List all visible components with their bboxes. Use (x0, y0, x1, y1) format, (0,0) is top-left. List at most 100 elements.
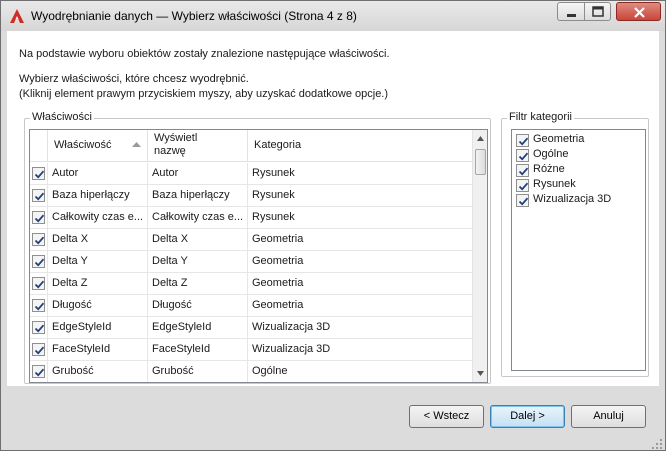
row-display-name[interactable]: Całkowity czas e... (148, 207, 248, 229)
row-display-name[interactable]: Delta Z (148, 273, 248, 295)
category-checkbox[interactable] (516, 179, 529, 192)
row-checkbox[interactable] (32, 343, 45, 356)
row-checkbox[interactable] (32, 211, 45, 224)
table-row[interactable]: Baza hiperłączy Baza hiperłączy Rysunek (30, 185, 472, 207)
row-checkbox[interactable] (32, 277, 45, 290)
row-category[interactable]: Rysunek (248, 163, 472, 185)
back-button[interactable]: < Wstecz (409, 405, 484, 428)
row-property[interactable]: Delta Z (48, 273, 148, 295)
row-property[interactable]: Grubość (48, 361, 148, 382)
checkmark-icon (34, 368, 45, 377)
scroll-down-button[interactable] (473, 365, 487, 382)
category-filter-label: Geometria (533, 133, 585, 145)
grid-scrollbar[interactable] (472, 130, 487, 382)
category-filter-legend: Filtr kategorii (507, 111, 574, 123)
row-checkbox[interactable] (32, 167, 45, 180)
row-display-name[interactable]: Autor (148, 163, 248, 185)
row-property[interactable]: Całkowity czas e... (48, 207, 148, 229)
header-display-name[interactable]: Wyświetl nazwę (148, 130, 248, 162)
table-row[interactable]: Delta Z Delta Z Geometria (30, 273, 472, 295)
properties-group-legend: Właściwości (30, 111, 94, 123)
header-category[interactable]: Kategoria (248, 130, 472, 162)
category-filter-group: Filtr kategorii Geometria Ogólne Różne Rysu… (501, 111, 649, 377)
resize-grip-icon[interactable] (651, 438, 663, 450)
row-checkbox-cell (30, 317, 48, 339)
category-checkbox[interactable] (516, 149, 529, 162)
row-checkbox[interactable] (32, 255, 45, 268)
row-display-name[interactable]: Długość (148, 295, 248, 317)
minimize-button[interactable] (557, 2, 585, 21)
row-display-name[interactable]: Delta Y (148, 251, 248, 273)
row-category[interactable]: Geometria (248, 229, 472, 251)
next-button[interactable]: Dalej > (490, 405, 565, 428)
category-filter-label: Ogólne (533, 148, 569, 160)
row-checkbox-cell (30, 207, 48, 229)
category-checkbox[interactable] (516, 164, 529, 177)
row-property[interactable]: Długość (48, 295, 148, 317)
dialog-body: Na podstawie wyboru obiektów zostały zna… (7, 31, 659, 386)
row-property[interactable]: EdgeStyleId (48, 317, 148, 339)
cancel-button[interactable]: Anuluj (571, 405, 646, 428)
row-display-name[interactable]: Baza hiperłączy (148, 185, 248, 207)
row-category[interactable]: Rysunek (248, 185, 472, 207)
checkmark-icon (518, 197, 529, 206)
table-row[interactable]: Autor Autor Rysunek (30, 163, 472, 185)
row-category[interactable]: Geometria (248, 295, 472, 317)
row-property[interactable]: Delta X (48, 229, 148, 251)
category-filter-list: Geometria Ogólne Różne Rysunek Wizualizacja … (511, 129, 646, 371)
app-logo-icon (9, 8, 25, 24)
header-property-label: Właściwość (54, 139, 112, 151)
maximize-button[interactable] (584, 2, 611, 21)
properties-grid[interactable]: Właściwość Wyświetl nazwę Kategoria Auto… (29, 129, 488, 383)
row-checkbox[interactable] (32, 365, 45, 378)
header-display-line1: Wyświetl (154, 132, 198, 144)
header-property[interactable]: Właściwość (48, 130, 148, 162)
category-checkbox[interactable] (516, 194, 529, 207)
row-category[interactable]: Geometria (248, 273, 472, 295)
category-filter-label: Wizualizacja 3D (533, 193, 612, 205)
row-display-name[interactable]: EdgeStyleId (148, 317, 248, 339)
checkmark-icon (34, 258, 45, 267)
info-text-found: Na podstawie wyboru obiektów zostały zna… (19, 48, 390, 60)
row-checkbox[interactable] (32, 233, 45, 246)
row-checkbox[interactable] (32, 321, 45, 334)
row-checkbox[interactable] (32, 299, 45, 312)
header-checkbox-column (30, 130, 48, 162)
row-category[interactable]: Geometria (248, 251, 472, 273)
row-display-name[interactable]: Delta X (148, 229, 248, 251)
category-checkbox[interactable] (516, 134, 529, 147)
info-text-select: Wybierz właściwości, które chcesz wyodrę… (19, 73, 249, 85)
row-checkbox-cell (30, 185, 48, 207)
row-checkbox-cell (30, 163, 48, 185)
checkmark-icon (34, 236, 45, 245)
checkmark-icon (518, 182, 529, 191)
row-display-name[interactable]: FaceStyleId (148, 339, 248, 361)
table-row[interactable]: EdgeStyleId EdgeStyleId Wizualizacja 3D (30, 317, 472, 339)
row-property[interactable]: FaceStyleId (48, 339, 148, 361)
table-row[interactable]: Długość Długość Geometria (30, 295, 472, 317)
row-checkbox[interactable] (32, 189, 45, 202)
header-display-line2: nazwę (154, 145, 186, 157)
row-display-name[interactable]: Grubość (148, 361, 248, 382)
checkmark-icon (518, 167, 529, 176)
row-category[interactable]: Ogólne (248, 361, 472, 382)
close-button[interactable] (616, 2, 661, 21)
table-row[interactable]: FaceStyleId FaceStyleId Wizualizacja 3D (30, 339, 472, 361)
row-checkbox-cell (30, 361, 48, 382)
row-property[interactable]: Autor (48, 163, 148, 185)
table-row[interactable]: Całkowity czas e... Całkowity czas e... Ry… (30, 207, 472, 229)
checkmark-icon (518, 152, 529, 161)
grid-header: Właściwość Wyświetl nazwę Kategoria (30, 130, 472, 162)
info-text-hint: (Kliknij element prawym przyciskiem mysz… (19, 88, 389, 100)
table-row[interactable]: Delta Y Delta Y Geometria (30, 251, 472, 273)
row-property[interactable]: Baza hiperłączy (48, 185, 148, 207)
sort-ascending-icon (132, 142, 141, 147)
table-row[interactable]: Grubość Grubość Ogólne (30, 361, 472, 382)
row-category[interactable]: Wizualizacja 3D (248, 317, 472, 339)
row-category[interactable]: Rysunek (248, 207, 472, 229)
row-property[interactable]: Delta Y (48, 251, 148, 273)
scroll-thumb[interactable] (475, 149, 486, 175)
row-category[interactable]: Wizualizacja 3D (248, 339, 472, 361)
scroll-up-button[interactable] (473, 130, 487, 147)
table-row[interactable]: Delta X Delta X Geometria (30, 229, 472, 251)
